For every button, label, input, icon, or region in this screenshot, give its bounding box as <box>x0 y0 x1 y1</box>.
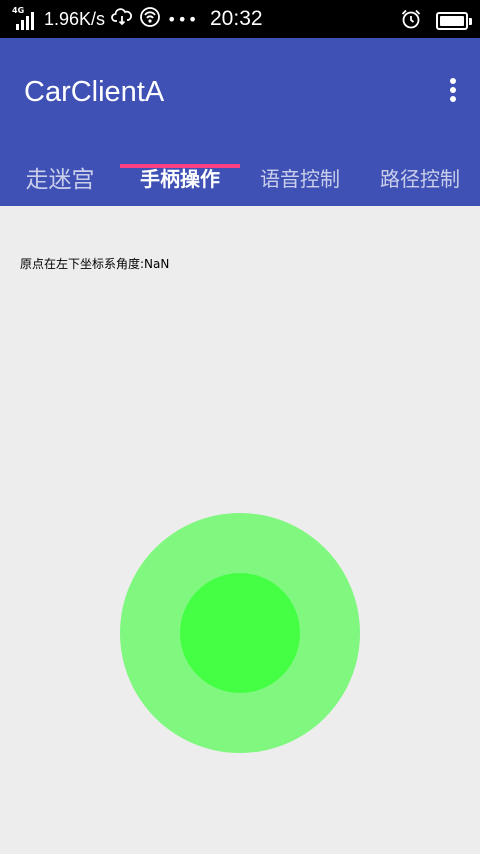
joystick-knob[interactable] <box>180 573 300 693</box>
tab-bar: 走迷宫 手柄操作 语音控制 路径控制 <box>0 148 480 206</box>
wifi-hotspot-icon <box>139 6 161 32</box>
app-bar: CarClientA 走迷宫 手柄操作 语音控制 路径控制 <box>0 38 480 206</box>
signal-icon: 4G <box>12 6 38 30</box>
tab-maze[interactable]: 走迷宫 <box>0 148 120 206</box>
tab-gamepad[interactable]: 手柄操作 <box>120 148 240 206</box>
tab-path-control[interactable]: 路径控制 <box>360 148 480 206</box>
status-bar: 4G 1.96K/s ••• 20:32 <box>0 0 480 38</box>
angle-label: 原点在左下坐标系角度:NaN <box>20 257 170 271</box>
network-speed: 1.96K/s <box>44 8 106 29</box>
status-right <box>400 8 472 34</box>
battery-icon <box>436 12 472 30</box>
alarm-icon <box>400 8 422 34</box>
cloud-sync-icon <box>111 8 133 30</box>
overflow-menu-icon[interactable] <box>448 78 458 106</box>
tab-indicator <box>120 164 240 168</box>
more-notifications-icon: ••• <box>167 9 199 29</box>
tab-voice-control[interactable]: 语音控制 <box>240 148 360 206</box>
status-left: 4G 1.96K/s ••• <box>12 6 198 32</box>
app-title: CarClientA <box>24 76 165 108</box>
status-time: 20:32 <box>210 7 263 30</box>
joystick[interactable] <box>120 513 360 753</box>
